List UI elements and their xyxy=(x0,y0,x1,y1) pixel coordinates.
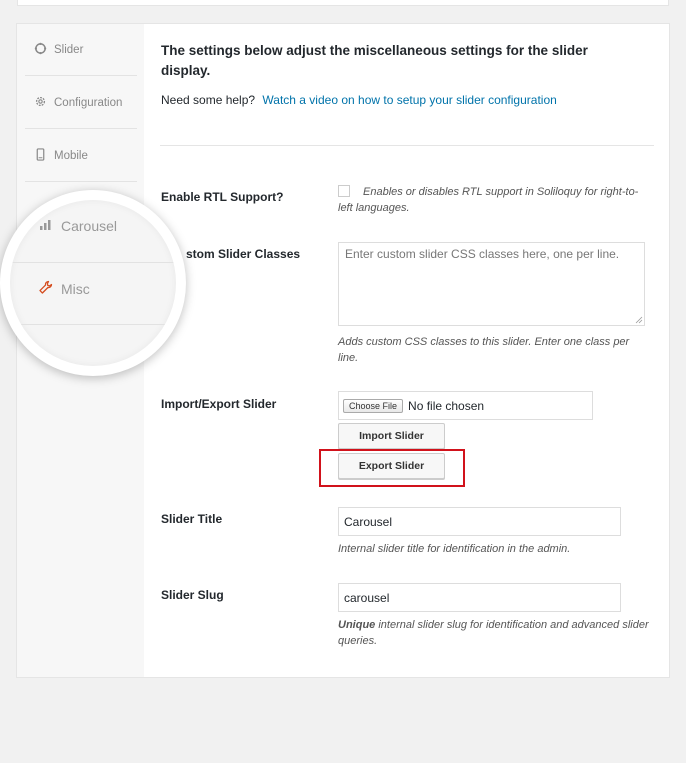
choose-file-button[interactable]: Choose File xyxy=(343,398,404,413)
custom-classes-description: Adds custom CSS classes to this slider. … xyxy=(338,336,630,364)
file-status: No file chosen xyxy=(408,398,485,413)
magnifier-divider xyxy=(10,324,176,325)
help-text: Need some help? Watch a video on how to … xyxy=(161,93,557,107)
custom-classes-placeholder: Enter custom slider CSS classes here, on… xyxy=(345,247,620,261)
circle-icon xyxy=(34,42,47,58)
file-input[interactable]: Choose File No file chosen xyxy=(338,391,593,420)
slider-title-label: Slider Title xyxy=(161,512,223,526)
sidebar-item-mobile[interactable]: Mobile xyxy=(25,130,137,182)
export-highlight-box xyxy=(319,449,465,487)
sidebar-item-label: Carousel xyxy=(61,218,118,234)
mobile-icon xyxy=(34,147,47,164)
slider-title-description: Internal slider title for identification… xyxy=(338,543,571,555)
sidebar-item-slider[interactable]: Slider xyxy=(25,24,137,76)
resize-handle-icon[interactable] xyxy=(635,316,643,324)
rtl-description: Enables or disables RTL support in Solil… xyxy=(338,186,639,214)
magnifier-lens: Carousel Misc xyxy=(10,200,176,366)
divider xyxy=(160,145,654,146)
top-panel-edge xyxy=(17,0,669,6)
chart-icon xyxy=(38,217,53,235)
help-video-link[interactable]: Watch a video on how to setup your slide… xyxy=(262,93,556,107)
import-slider-button[interactable]: Import Slider xyxy=(338,423,445,449)
sidebar-item-carousel[interactable]: Carousel xyxy=(38,217,117,235)
wrench-icon xyxy=(38,280,53,298)
rtl-label: Enable RTL Support? xyxy=(161,190,284,204)
slug-description-bold: Unique xyxy=(338,619,376,631)
sidebar-item-label: Mobile xyxy=(54,149,88,162)
custom-classes-textarea[interactable]: Enter custom slider CSS classes here, on… xyxy=(338,242,645,326)
main-content: The settings below adjust the miscellane… xyxy=(160,24,669,677)
slider-title-input[interactable]: Carousel xyxy=(338,507,621,536)
import-export-label: Import/Export Slider xyxy=(161,397,277,411)
page-title: The settings below adjust the miscellane… xyxy=(161,43,588,78)
slider-slug-input[interactable]: carousel xyxy=(338,583,621,612)
magnifier-callout: Carousel Misc xyxy=(0,190,186,376)
sidebar-item-label: Misc xyxy=(61,281,90,297)
sidebar-item-label: Slider xyxy=(54,43,84,56)
custom-classes-label: stom Slider Classes xyxy=(186,247,301,261)
help-prefix: Need some help? xyxy=(161,93,256,107)
slider-slug-description: Unique internal slider slug for identifi… xyxy=(338,617,650,649)
gear-icon xyxy=(34,95,47,111)
slug-description-rest: internal slider slug for identification … xyxy=(338,619,649,647)
sidebar-item-label: Configuration xyxy=(54,96,123,109)
magnifier-divider xyxy=(10,262,176,263)
slider-slug-label: Slider Slug xyxy=(161,588,224,602)
sidebar-item-configuration[interactable]: Configuration xyxy=(25,77,137,129)
sidebar-item-misc[interactable]: Misc xyxy=(38,280,90,298)
